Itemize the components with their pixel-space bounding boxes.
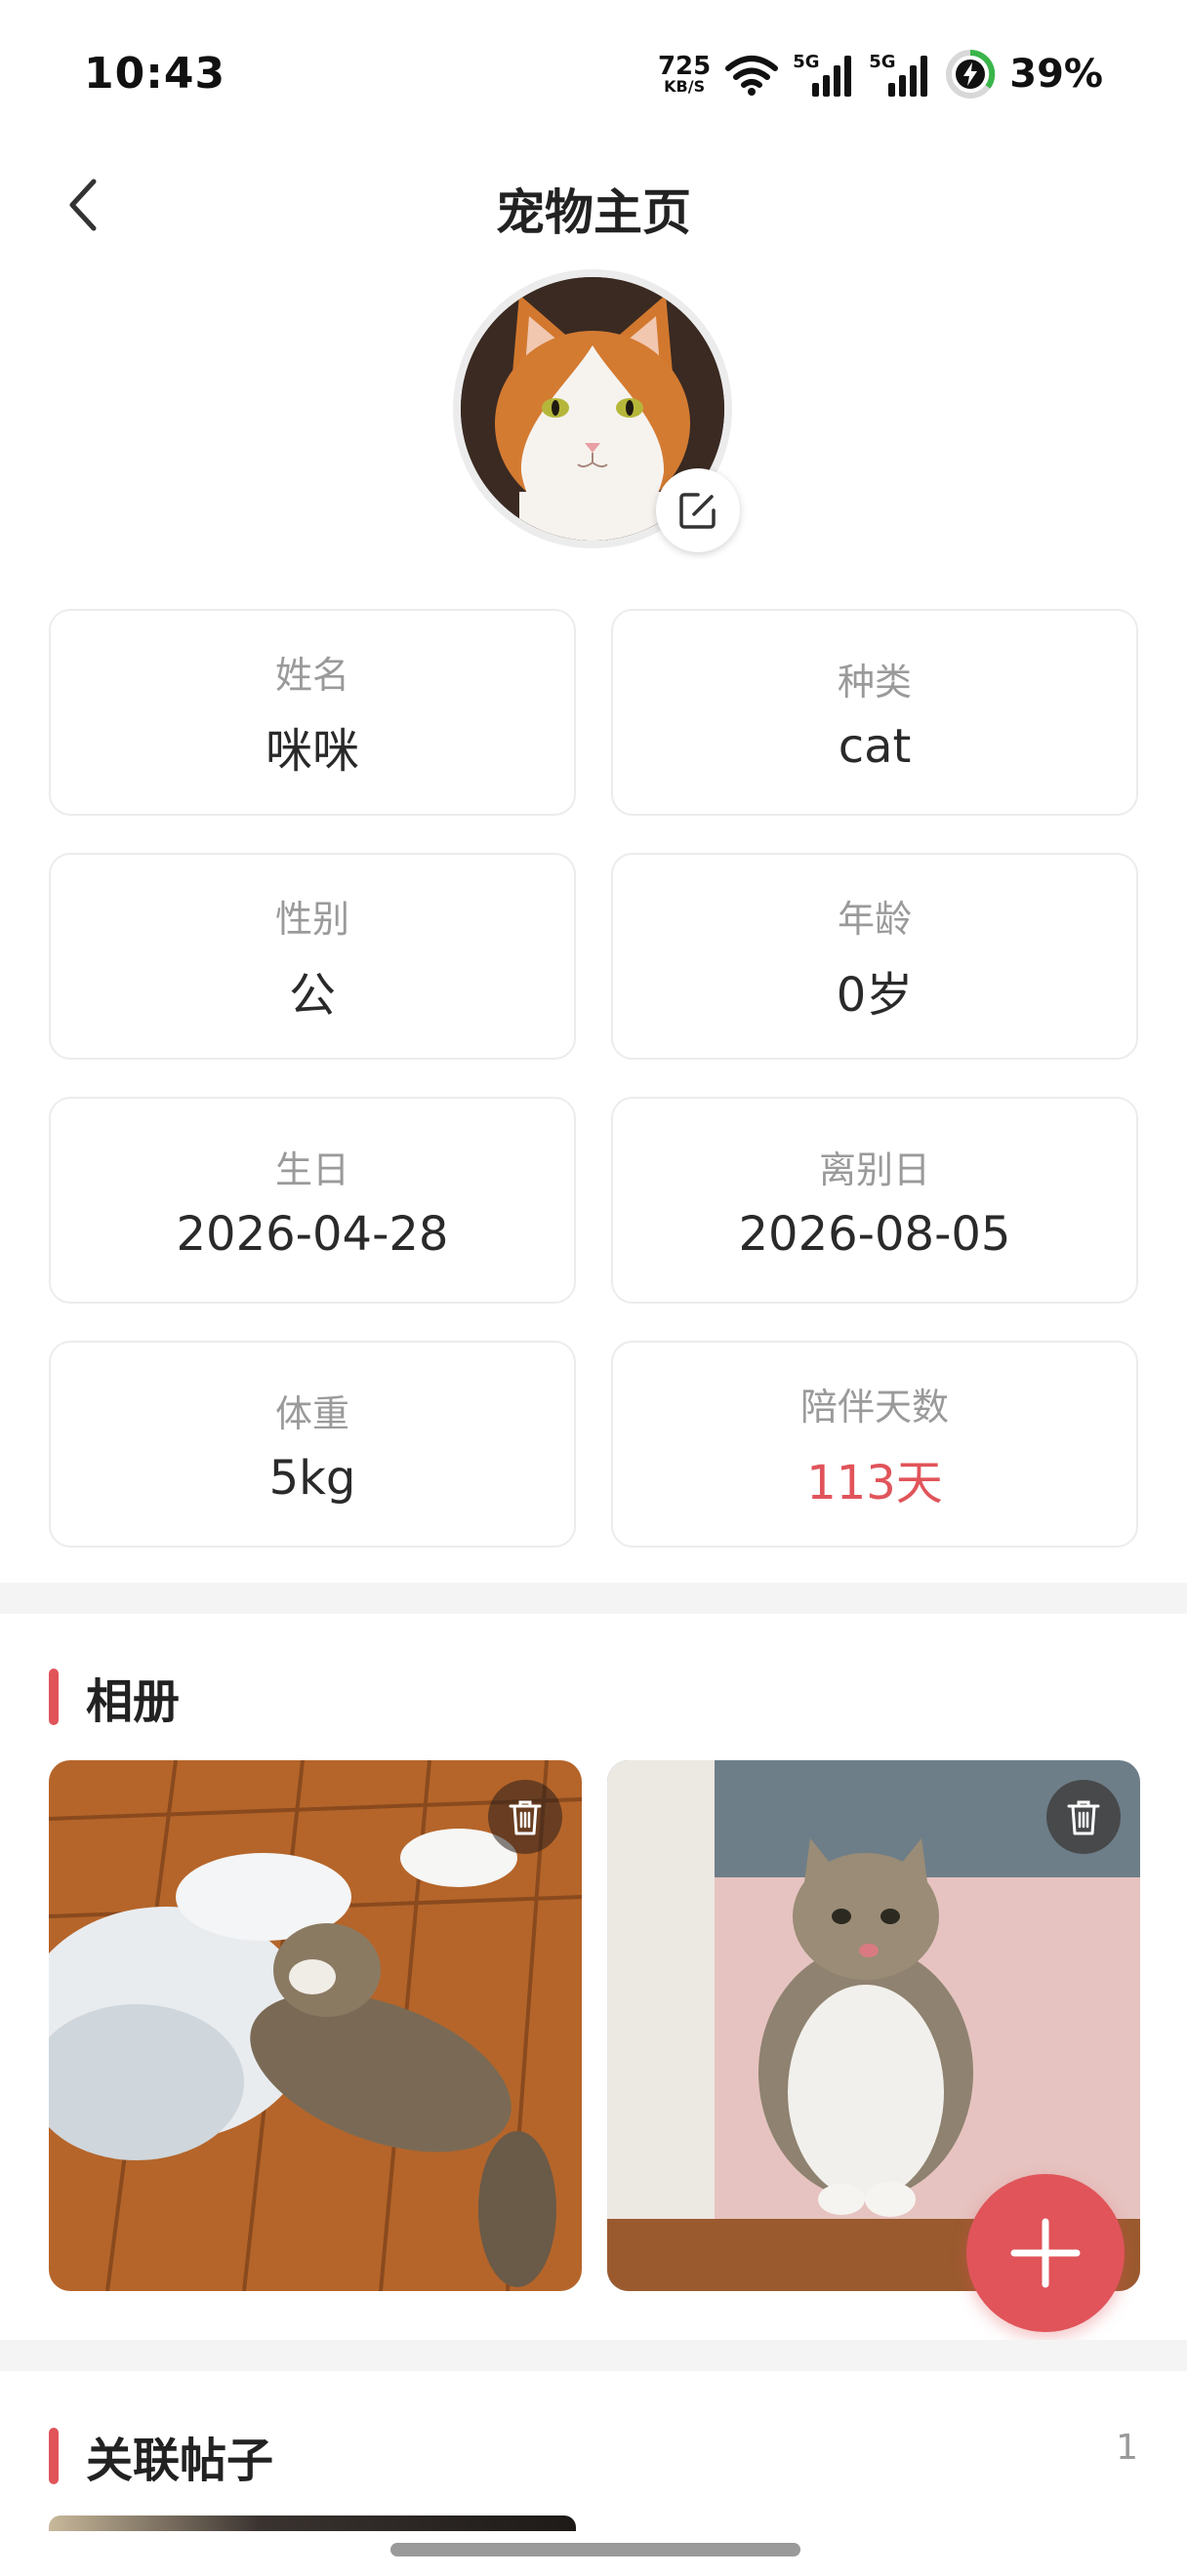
- info-label: 姓名: [274, 653, 349, 697]
- info-label: 体重: [274, 1391, 349, 1435]
- edit-icon: [679, 493, 716, 529]
- page-header: 宠物主页: [0, 156, 1187, 254]
- page-title: 宠物主页: [496, 184, 691, 241]
- posts-count: 1: [1116, 2428, 1138, 2468]
- info-card-name: 姓名 咪咪: [49, 609, 576, 816]
- trash-icon: [1067, 1800, 1100, 1835]
- info-value: 113天: [806, 1455, 943, 1510]
- info-value: cat: [838, 718, 912, 774]
- pet-profile-screen: 10:43 725 KB/S 5G 5G 39% 宠物主页 姓名 咪咪 种类 c…: [0, 0, 1187, 2576]
- info-value: 公: [288, 967, 336, 1023]
- related-post-card[interactable]: [49, 2516, 576, 2531]
- network-speed: 725 KB/S: [658, 54, 711, 95]
- signal-strength-icon: 5G: [869, 50, 931, 99]
- battery-charging-icon: [946, 49, 996, 99]
- pet-info-grid: 姓名 咪咪 种类 cat 性别 公 年龄 0岁 生日 2026-04-28 离别…: [49, 609, 1140, 1548]
- posts-title: 关联帖子: [86, 2434, 274, 2488]
- add-photo-button[interactable]: [966, 2174, 1125, 2332]
- album-title: 相册: [86, 1674, 181, 1729]
- info-card-weight: 体重 5kg: [49, 1341, 576, 1548]
- info-value: 5kg: [268, 1450, 356, 1506]
- info-label: 种类: [837, 660, 912, 704]
- section-divider: [0, 2340, 1187, 2371]
- info-label: 离别日: [818, 1147, 930, 1191]
- section-divider: [0, 1583, 1187, 1614]
- posts-section-header: 关联帖子: [49, 2422, 273, 2490]
- network-speed-value: 725: [657, 52, 712, 81]
- info-card-species: 种类 cat: [611, 609, 1138, 816]
- info-value: 2026-04-28: [176, 1206, 449, 1262]
- delete-photo-button[interactable]: [1046, 1780, 1121, 1854]
- trash-icon: [509, 1800, 542, 1835]
- wifi-icon: [725, 56, 779, 96]
- info-card-birthday: 生日 2026-04-28: [49, 1097, 576, 1304]
- album-photo[interactable]: [49, 1760, 582, 2291]
- info-card-gender: 性别 公: [49, 853, 576, 1060]
- section-accent-bar: [49, 2428, 59, 2484]
- status-time: 10:43: [84, 49, 226, 99]
- delete-photo-button[interactable]: [488, 1780, 562, 1854]
- pet-avatar-container: [453, 269, 740, 552]
- status-bar: 10:43 725 KB/S 5G 5G 39%: [0, 0, 1187, 146]
- info-label: 性别: [274, 897, 349, 941]
- info-value: 2026-08-05: [738, 1206, 1011, 1262]
- info-label: 陪伴天数: [799, 1385, 949, 1429]
- album-photo-grid: [49, 1760, 1140, 2291]
- section-accent-bar: [49, 1669, 59, 1725]
- status-icons: 725 KB/S 5G 5G 39%: [658, 45, 1103, 103]
- info-value: 0岁: [836, 967, 914, 1023]
- info-label: 年龄: [837, 897, 912, 941]
- battery-percent: 39%: [1009, 52, 1103, 97]
- network-speed-unit: KB/S: [664, 77, 706, 96]
- info-label: 生日: [274, 1147, 349, 1191]
- home-indicator[interactable]: [390, 2543, 800, 2556]
- album-section-header: 相册: [49, 1663, 180, 1731]
- info-card-farewell-date: 离别日 2026-08-05: [611, 1097, 1138, 1304]
- edit-avatar-button[interactable]: [656, 468, 740, 552]
- info-card-age: 年龄 0岁: [611, 853, 1138, 1060]
- signal-strength-icon: 5G: [793, 50, 855, 99]
- info-card-companion-days: 陪伴天数 113天: [611, 1341, 1138, 1548]
- plus-icon: [1010, 2218, 1081, 2288]
- info-value: 咪咪: [265, 723, 359, 779]
